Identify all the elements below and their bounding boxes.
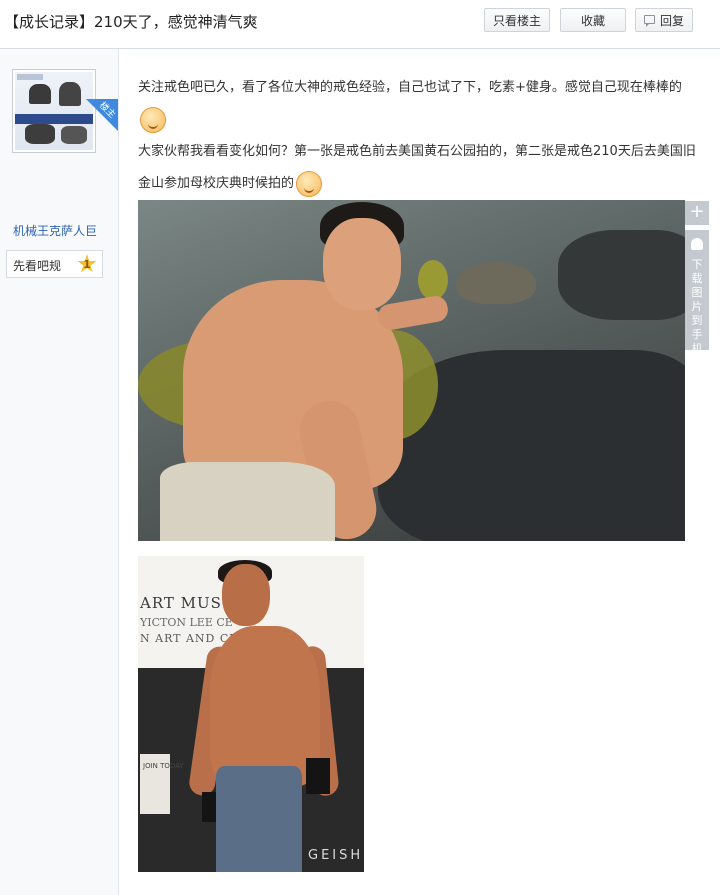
reply-button[interactable]: 回复 bbox=[635, 8, 693, 32]
member-badge[interactable]: 先看吧规 1 bbox=[6, 250, 103, 278]
photo-join-sign: JOIN TODAY bbox=[143, 762, 184, 770]
badge-label: 先看吧规 bbox=[13, 259, 62, 273]
author-column: 楼主 机械王克萨人巨 先看吧规 1 bbox=[0, 49, 119, 895]
photo-sign-subtext: YICTON LEE CE bbox=[140, 616, 233, 629]
smile-emoji-icon bbox=[140, 106, 166, 133]
favorite-button[interactable]: 收藏 bbox=[560, 8, 626, 32]
post-paragraph: 大家伙帮我看看变化如何？第一张是戒色前去美国黄石公园拍的，第二张是戒色210天后… bbox=[138, 136, 698, 200]
post-paragraph: 关注戒色吧已久，看了各位大神的戒色经验，自己也试了下，吃素+健身。感觉自己现在棒… bbox=[138, 72, 698, 136]
post-photo-after[interactable]: ART MUS YICTON LEE CE N ART AND CU JOIN … bbox=[138, 556, 364, 872]
only-op-button[interactable]: 只看楼主 bbox=[484, 8, 550, 32]
avatar[interactable] bbox=[12, 69, 96, 153]
reply-icon bbox=[644, 15, 655, 27]
op-tag-label: 楼主 bbox=[97, 100, 117, 121]
photo-sign-text: ART MUS bbox=[140, 594, 222, 612]
post-photo-before[interactable] bbox=[138, 200, 685, 541]
android-icon bbox=[691, 238, 703, 250]
avatar-image bbox=[15, 72, 93, 150]
zoom-plus-button[interactable]: + bbox=[685, 201, 709, 225]
op-tag: 楼主 bbox=[86, 99, 118, 131]
post-text-line2: 大家伙帮我看看变化如何？第一张是戒色前去美国黄石公园拍的，第二张是戒色210天后… bbox=[138, 144, 696, 191]
thread-title: 【成长记录】210天了，感觉神清气爽 bbox=[4, 13, 258, 31]
reply-label: 回复 bbox=[659, 14, 684, 28]
photo-bottom-text: GEISH bbox=[308, 848, 364, 863]
post-content: 关注戒色吧已久，看了各位大神的戒色经验，自己也试了下，吃素+健身。感觉自己现在棒… bbox=[138, 72, 698, 200]
level-star-icon: 1 bbox=[77, 254, 97, 273]
grin-emoji-icon bbox=[296, 170, 323, 197]
download-label: 下载图片到手机 bbox=[691, 258, 703, 355]
thread-header: 【成长记录】210天了，感觉神清气爽 只看楼主 收藏 回复 bbox=[0, 0, 720, 49]
post-text-line1: 关注戒色吧已久，看了各位大神的戒色经验，自己也试了下，吃素+健身。感觉自己现在棒… bbox=[138, 80, 682, 95]
download-to-phone-button[interactable]: 下载图片到手机 bbox=[685, 230, 709, 355]
username-link[interactable]: 机械王克萨人巨 bbox=[0, 222, 110, 239]
